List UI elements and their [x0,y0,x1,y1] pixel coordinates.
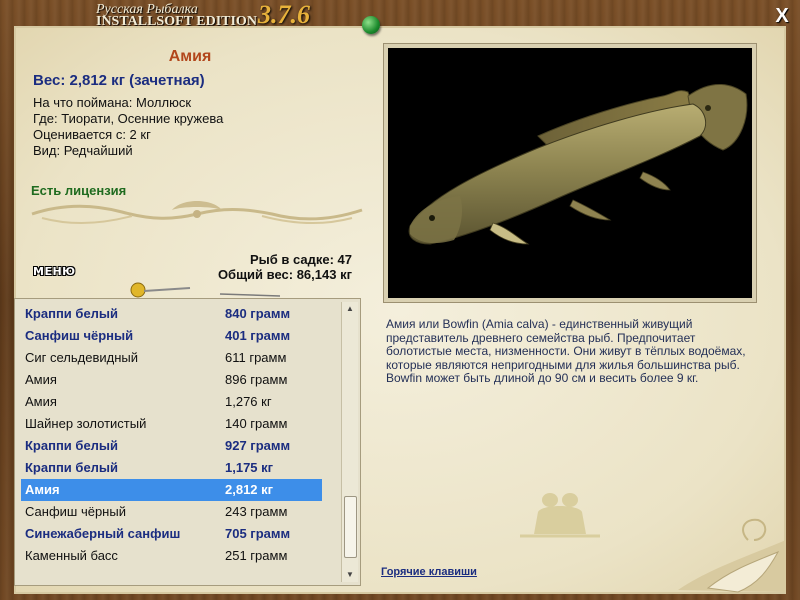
list-item-fish-name: Сиг сельдевидный [25,350,139,365]
fisherman-silhouette-icon [520,493,600,538]
list-item-fish-name: Каменный басс [25,548,118,563]
list-item[interactable]: Шайнер золотистый 140 грамм [21,413,322,435]
list-item-weight: 2,812 кг [225,482,274,497]
list-item[interactable]: Краппи белый 927 грамм [21,435,322,457]
list-scrollbar[interactable]: ▲ ▼ [341,302,358,582]
ornament-divider [31,201,363,225]
scroll-up-icon[interactable]: ▲ [342,302,358,316]
list-item[interactable]: Синежаберный санфиш 705 грамм [21,523,322,545]
keepnet-count: Рыб в садке: 47 [249,252,352,267]
list-item[interactable]: Сиг сельдевидный 611 грамм [21,347,322,369]
scroll-down-icon[interactable]: ▼ [342,568,358,582]
bowfin-fish-image [408,83,748,245]
list-item-fish-name: Синежаберный санфиш [25,526,181,541]
hotkeys-link[interactable]: Горячие клавиши [381,566,477,578]
list-item-fish-name: Краппи белый [25,460,119,475]
list-item-fish-name: Краппи белый [25,306,119,321]
list-item[interactable]: Санфиш чёрный 243 грамм [21,501,322,523]
scrollbar-thumb[interactable] [344,496,357,558]
fish-weight: Вес: 2,812 кг (зачетная) [33,72,205,89]
list-item-fish-name: Краппи белый [25,438,119,453]
fish-kind: Вид: Редчайший [33,143,133,158]
fish-name: Амия [168,48,212,65]
list-item-fish-name: Амия [25,482,60,497]
fish-bait: На что поймана: Моллюск [33,95,192,110]
catch-list[interactable]: Краппи белый 840 грамм Санфиш чёрный 401 гр… [14,298,361,586]
list-item-fish-name: Амия [25,372,57,387]
list-item-weight: 611 грамм [225,350,287,365]
list-item-weight: 1,276 кг [225,394,272,409]
list-item-weight: 251 грамм [225,548,288,563]
list-item[interactable]: Амия 1,276 кг [21,391,322,413]
list-item[interactable]: Санфиш чёрный 401 грамм [21,325,322,347]
list-item-fish-name: Санфиш чёрный [25,504,126,519]
list-item-weight: 243 грамм [225,504,288,519]
list-item[interactable]: Краппи белый 1,175 кг [21,457,322,479]
fish-location: Где: Тиорати, Осенние кружева [33,111,224,126]
fish-photo [388,48,752,298]
list-item-weight: 1,175 кг [225,460,274,475]
list-item[interactable]: Краппи белый 840 грамм [21,303,322,325]
list-item-weight: 896 грамм [225,372,288,387]
list-item-weight: 401 грамм [225,328,291,343]
fish-rated-from: Оценивается с: 2 кг [33,127,151,142]
list-item-fish-name: Санфиш чёрный [25,328,134,343]
fish-description: Амия или Bowfin (Amia calva) - единствен… [386,317,746,385]
page-curl-decoration [678,518,786,593]
list-item-weight: 927 грамм [225,438,291,453]
list-item-weight: 140 грамм [225,416,288,431]
list-item[interactable]: Каменный басс 251 грамм [21,545,322,567]
close-button[interactable]: X [772,6,792,26]
list-item[interactable]: Амия 896 грамм [21,369,322,391]
menu-button[interactable]: МЕНЮ [33,265,76,278]
fish-photo-frame [383,43,757,303]
pin-icon [362,16,380,34]
list-item[interactable]: Амия 2,812 кг [21,479,322,501]
list-item-fish-name: Шайнер золотистый [25,416,147,431]
list-item-weight: 840 грамм [225,306,291,321]
list-item-weight: 705 грамм [225,526,291,541]
list-item-fish-name: Амия [25,394,57,409]
